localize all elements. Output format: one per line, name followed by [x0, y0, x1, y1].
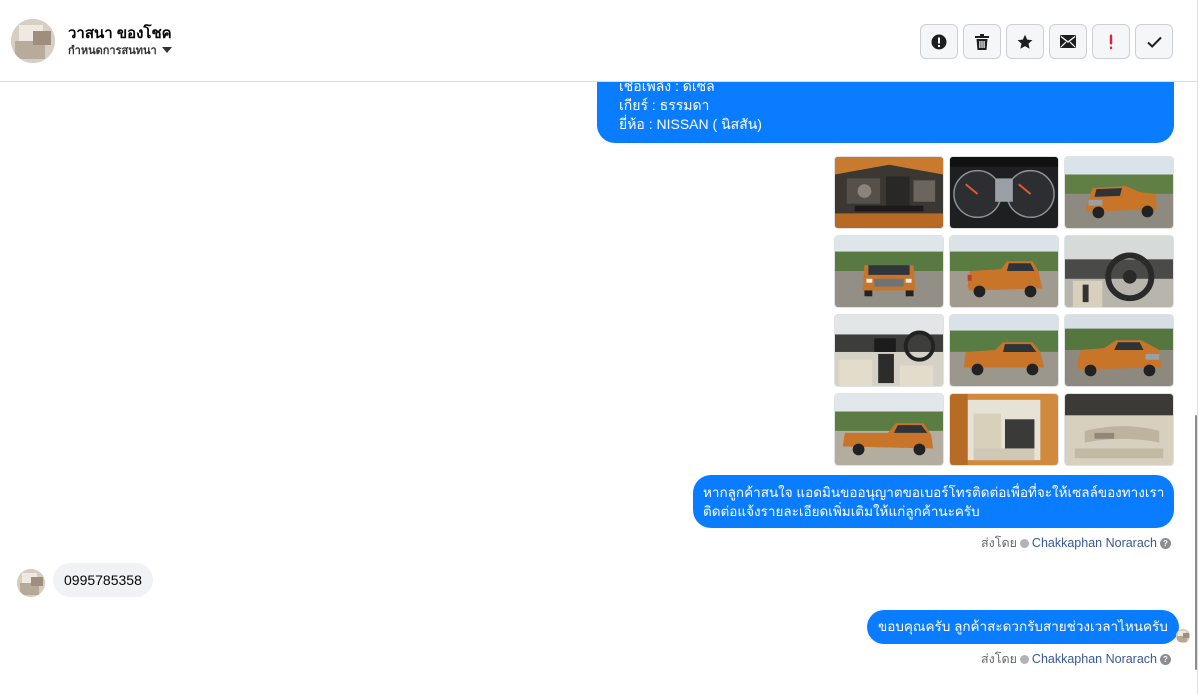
- sent-by-prefix: ส่งโดย: [981, 536, 1017, 550]
- help-icon[interactable]: ?: [1160, 653, 1171, 665]
- sent-by-label: ส่งโดย Chakkaphan Norarach ?: [981, 649, 1171, 669]
- outgoing-message-specs: เชื้อเพลิง : ดีเซล เกียร์ : ธรรมดา ยี่ห้…: [597, 82, 1174, 143]
- exclamation-icon: [1109, 34, 1113, 49]
- outgoing-message-offer: หากลูกค้าสนใจ แอดมินขออนุญาตขอเบอร์โทรติ…: [693, 475, 1174, 528]
- report-button[interactable]: [920, 24, 958, 59]
- photo-truck-side-rear[interactable]: [949, 314, 1059, 387]
- conversation-header: วาสนา ของโชค กำหนดการสนทนา: [0, 0, 1197, 82]
- sender-name-link[interactable]: Chakkaphan Norarach: [1032, 652, 1157, 666]
- sent-by-prefix: ส่งโดย: [981, 652, 1017, 666]
- photo-interior-console[interactable]: [834, 314, 944, 387]
- spec-line: เกียร์ : ธรรมดา: [619, 97, 710, 113]
- offer-line: ติดต่อแจ้งรายละเอียดเพิ่มเติมให้แก่ลูกค้…: [703, 504, 980, 519]
- conversation-toolbar: [920, 24, 1173, 59]
- photo-truck-side[interactable]: [834, 393, 944, 466]
- contact-name[interactable]: วาสนา ของโชค: [68, 21, 172, 45]
- trash-icon: [975, 33, 989, 50]
- photo-truck-rear-angle[interactable]: [949, 235, 1059, 308]
- star-button[interactable]: [1006, 24, 1044, 59]
- photo-truck-front[interactable]: [834, 235, 944, 308]
- photo-interior-doors-open[interactable]: [949, 393, 1059, 466]
- customer-avatar[interactable]: [17, 569, 45, 597]
- photo-grid: [834, 156, 1174, 466]
- seen-avatar: [1176, 629, 1190, 643]
- delete-button[interactable]: [963, 24, 1001, 59]
- help-icon[interactable]: ?: [1160, 537, 1171, 549]
- envelope-icon: [1060, 35, 1076, 48]
- spam-button[interactable]: [1092, 24, 1130, 59]
- photo-dashboard-gauges[interactable]: [949, 156, 1059, 229]
- mark-done-button[interactable]: [1135, 24, 1173, 59]
- photo-steering-wheel[interactable]: [1064, 235, 1174, 308]
- spec-line: ยี่ห้อ : NISSAN ( นิสสัน): [619, 116, 762, 132]
- message-thread[interactable]: เชื้อเพลิง : ดีเซล เกียร์ : ธรรมดา ยี่ห้…: [0, 82, 1197, 694]
- exclamation-circle-icon: [931, 34, 947, 49]
- star-icon: [1017, 34, 1033, 49]
- scrollbar-thumb[interactable]: [1195, 415, 1197, 670]
- mark-unread-button[interactable]: [1049, 24, 1087, 59]
- spec-line: เชื้อเพลิง : ดีเซล: [619, 82, 715, 94]
- offer-line: หากลูกค้าสนใจ แอดมินขออนุญาตขอเบอร์โทรติ…: [703, 485, 1165, 500]
- sender-name-link[interactable]: Chakkaphan Norarach: [1032, 536, 1157, 550]
- photo-truck-front-right[interactable]: [1064, 314, 1174, 387]
- conversation-status-dropdown[interactable]: กำหนดการสนทนา: [68, 44, 172, 56]
- verified-icon: [1019, 538, 1029, 548]
- photo-truck-front-angle[interactable]: [1064, 156, 1174, 229]
- status-label: กำหนดการสนทนา: [68, 45, 157, 56]
- photo-engine-bay[interactable]: [834, 156, 944, 229]
- sent-by-label: ส่งโดย Chakkaphan Norarach ?: [981, 533, 1171, 553]
- verified-icon: [1019, 654, 1029, 664]
- outgoing-message-reply: ขอบคุณครับ ลูกค้าสะดวกรับสายช่วงเวลาไหนค…: [867, 610, 1179, 644]
- check-icon: [1146, 36, 1162, 48]
- caret-down-icon: [161, 47, 172, 53]
- incoming-message-phone: 0995785358: [53, 563, 153, 597]
- contact-avatar[interactable]: [11, 19, 55, 63]
- photo-door-panel[interactable]: [1064, 393, 1174, 466]
